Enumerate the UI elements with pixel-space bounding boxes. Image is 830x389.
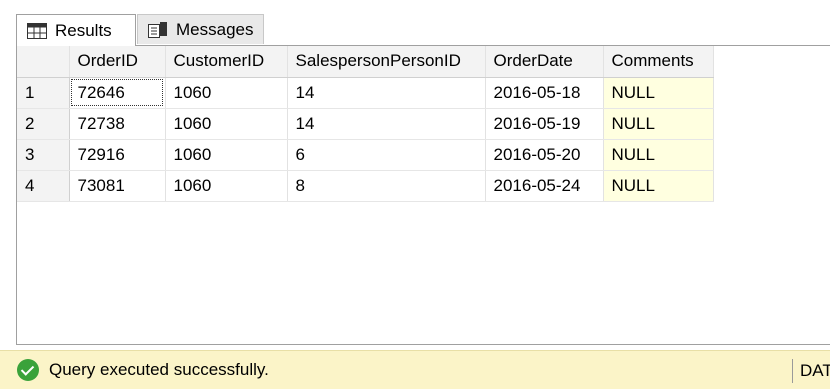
- cell-orderdate[interactable]: 2016-05-19: [485, 108, 604, 140]
- tab-messages[interactable]: Messages: [137, 14, 264, 44]
- cell-salespersonpersonid[interactable]: 14: [287, 77, 486, 109]
- grid-icon: [27, 22, 47, 39]
- messages-icon: [148, 21, 168, 38]
- table-row[interactable]: 4 73081 1060 8 2016-05-24 NULL: [17, 170, 714, 202]
- cell-salespersonpersonid[interactable]: 6: [287, 139, 486, 171]
- status-message: Query executed successfully.: [49, 360, 269, 379]
- row-number[interactable]: 2: [17, 108, 70, 140]
- tab-messages-label: Messages: [176, 19, 254, 39]
- results-tab-strip: Results Messages: [0, 0, 830, 46]
- results-pane: OrderID CustomerID SalespersonPersonID O…: [16, 45, 830, 345]
- cell-salespersonpersonid[interactable]: 14: [287, 108, 486, 140]
- row-header-corner[interactable]: [17, 46, 70, 78]
- table-row[interactable]: 3 72916 1060 6 2016-05-20 NULL: [17, 139, 714, 171]
- cell-orderdate[interactable]: 2016-05-18: [485, 77, 604, 109]
- success-check-icon: [17, 359, 39, 381]
- cell-comments[interactable]: NULL: [603, 170, 714, 202]
- column-header-orderdate[interactable]: OrderDate: [485, 46, 604, 78]
- cell-orderid[interactable]: 72646: [69, 77, 166, 109]
- column-header-comments[interactable]: Comments: [603, 46, 714, 78]
- cell-comments[interactable]: NULL: [603, 139, 714, 171]
- tab-results-label: Results: [55, 20, 112, 40]
- table-row[interactable]: 2 72738 1060 14 2016-05-19 NULL: [17, 108, 714, 140]
- cell-orderdate[interactable]: 2016-05-24: [485, 170, 604, 202]
- tab-results[interactable]: Results: [16, 14, 136, 46]
- cell-customerid[interactable]: 1060: [165, 170, 288, 202]
- row-number[interactable]: 4: [17, 170, 70, 202]
- cell-customerid[interactable]: 1060: [165, 108, 288, 140]
- cell-comments[interactable]: NULL: [603, 108, 714, 140]
- column-header-customerid[interactable]: CustomerID: [165, 46, 288, 78]
- column-header-salespersonpersonid[interactable]: SalespersonPersonID: [287, 46, 486, 78]
- row-number[interactable]: 1: [17, 77, 70, 109]
- status-bar: Query executed successfully. DAT: [0, 350, 830, 389]
- cell-salespersonpersonid[interactable]: 8: [287, 170, 486, 202]
- status-divider: [792, 359, 793, 383]
- cell-orderid[interactable]: 73081: [69, 170, 166, 202]
- cell-orderdate[interactable]: 2016-05-20: [485, 139, 604, 171]
- column-header-orderid[interactable]: OrderID: [69, 46, 166, 78]
- row-number[interactable]: 3: [17, 139, 70, 171]
- cell-orderid[interactable]: 72738: [69, 108, 166, 140]
- cell-comments[interactable]: NULL: [603, 77, 714, 109]
- grid-header-row: OrderID CustomerID SalespersonPersonID O…: [17, 46, 714, 78]
- status-server-text: DAT: [800, 361, 830, 380]
- table-row[interactable]: 1 72646 1060 14 2016-05-18 NULL: [17, 77, 714, 109]
- cell-customerid[interactable]: 1060: [165, 139, 288, 171]
- results-grid: OrderID CustomerID SalespersonPersonID O…: [17, 46, 714, 202]
- cell-customerid[interactable]: 1060: [165, 77, 288, 109]
- cell-orderid[interactable]: 72916: [69, 139, 166, 171]
